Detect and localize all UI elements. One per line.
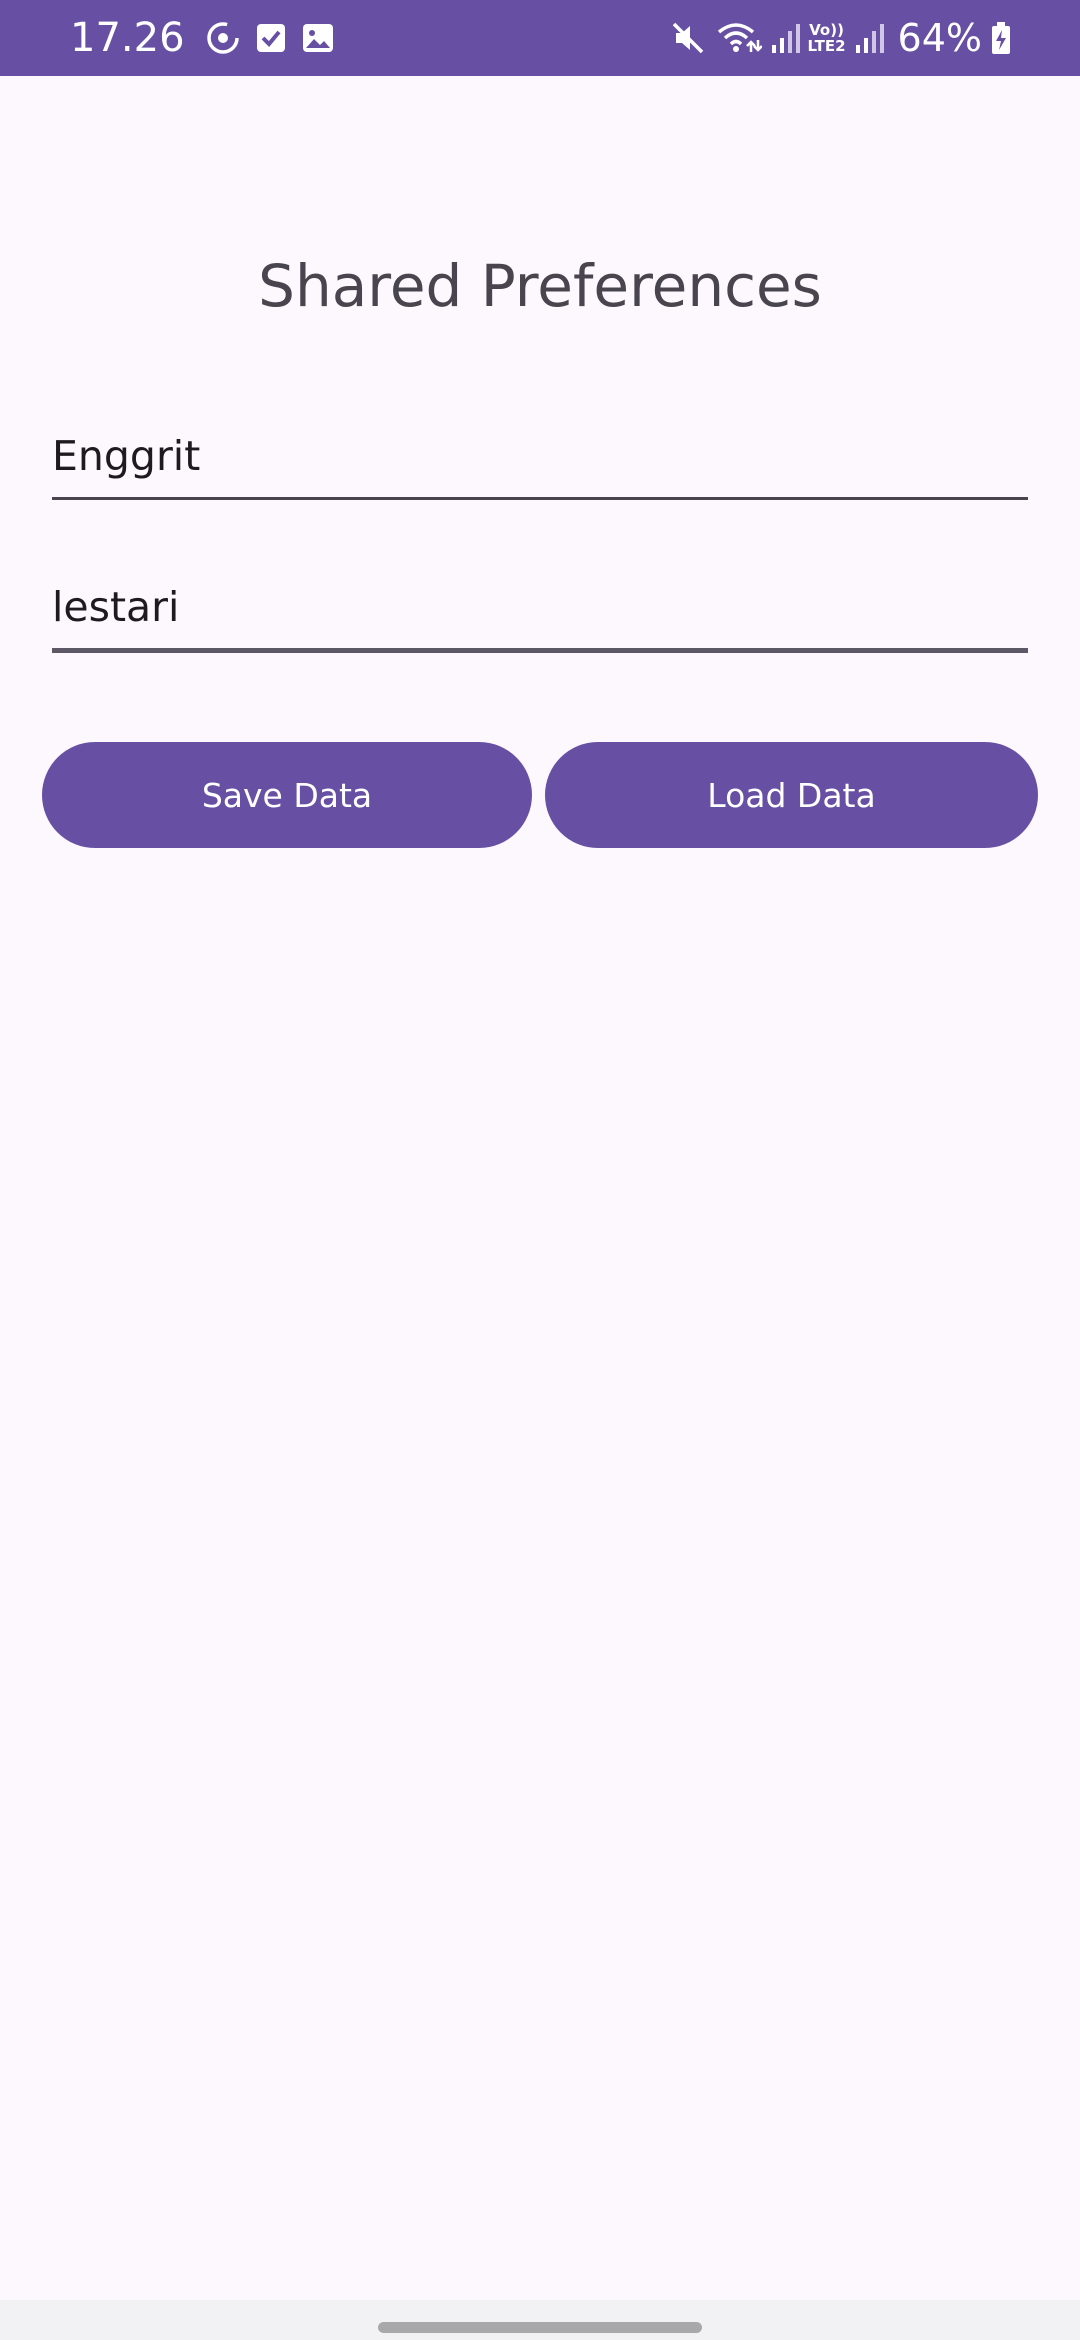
load-data-button[interactable]: Load Data (545, 742, 1038, 848)
home-gesture-handle[interactable] (378, 2322, 702, 2333)
navigation-bar (0, 2300, 1080, 2340)
volte-label: Vo)) LTE2 (808, 22, 846, 54)
page-title: Shared Preferences (258, 252, 822, 320)
field-2-input[interactable] (52, 566, 1028, 653)
signal-icon (770, 21, 800, 55)
volte-label-bottom: LTE2 (807, 37, 846, 55)
signal-icon (854, 21, 884, 55)
mute-icon (670, 20, 708, 56)
status-time: 17.26 (70, 15, 185, 61)
gallery-icon (301, 22, 335, 54)
status-right: Vo)) LTE2 64% (670, 0, 1012, 76)
save-data-button[interactable]: Save Data (42, 742, 532, 848)
battery-percentage: 64% (897, 16, 982, 60)
battery-charging-icon (990, 21, 1012, 55)
status-left: 17.26 (70, 0, 335, 76)
task-check-icon (255, 22, 287, 54)
field-1-input[interactable] (52, 415, 1028, 500)
sync-icon (205, 20, 241, 56)
status-bar: 17.26 Vo)) LTE2 64% (0, 0, 1080, 76)
wifi-icon (716, 20, 762, 56)
